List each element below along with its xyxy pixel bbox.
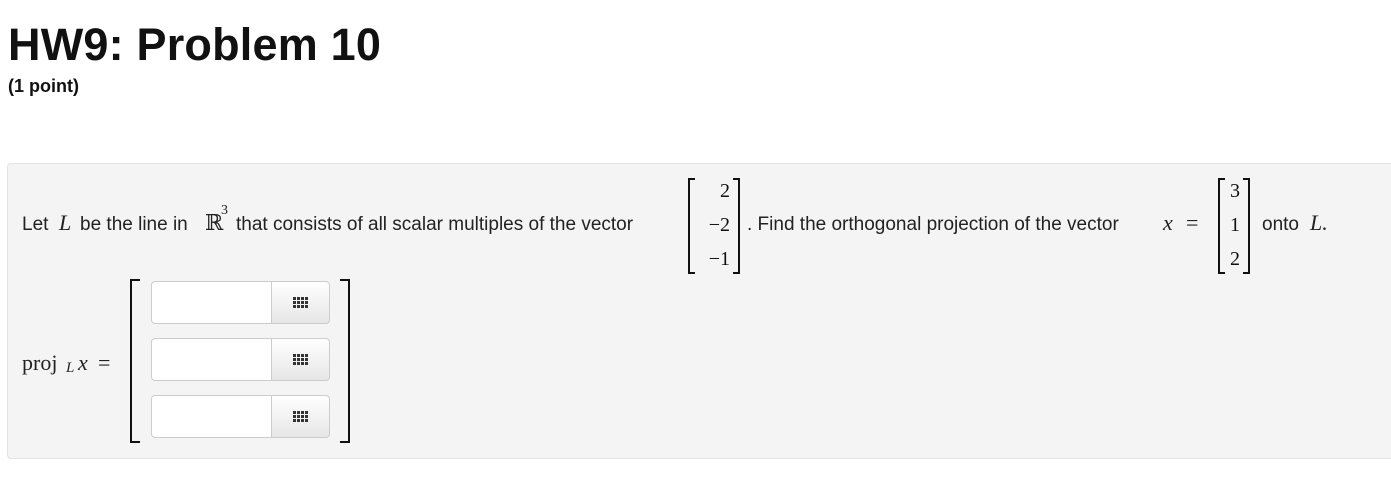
answer-row-3 — [151, 395, 330, 438]
vector-entry: −1 — [708, 248, 730, 270]
text-let: Let — [22, 214, 49, 235]
equation-editor-button-1[interactable] — [271, 281, 330, 324]
equals-sign: = — [1186, 210, 1199, 235]
grid-icon — [293, 411, 308, 422]
vector-entry: −2 — [708, 214, 730, 236]
grid-icon — [293, 297, 308, 308]
text-onto: onto — [1262, 214, 1299, 235]
answer-row-2 — [151, 338, 330, 381]
text-consists: that consists of all scalar multiples of… — [236, 214, 634, 235]
grid-icon — [293, 354, 308, 365]
text-find: . Find the orthogonal projection of the … — [747, 214, 1119, 235]
direction-vector: 2 −2 −1 — [688, 178, 740, 274]
answer-input-3[interactable] — [151, 395, 272, 438]
x-vector: 3 1 2 — [1218, 178, 1250, 274]
answer-input-1[interactable] — [151, 281, 272, 324]
var-L: L — [59, 210, 72, 235]
text-line-in: be the line in — [80, 214, 188, 235]
answer-input-2[interactable] — [151, 338, 272, 381]
vector-entry: 1 — [1230, 214, 1240, 236]
vector-entry: 3 — [1230, 180, 1240, 202]
page-title: HW9: Problem 10 — [8, 19, 382, 70]
answer-bracket-right — [340, 279, 350, 443]
point-value: (1 point) — [8, 76, 79, 96]
vector-entry: 2 — [720, 180, 730, 202]
proj-subscript: L — [66, 360, 75, 376]
proj-label: proj — [22, 350, 58, 375]
proj-equals: = — [98, 350, 111, 375]
equation-editor-button-2[interactable] — [271, 338, 330, 381]
equation-editor-button-3[interactable] — [271, 395, 330, 438]
answer-row-1 — [151, 281, 330, 324]
vector-entry: 2 — [1230, 248, 1240, 270]
var-L-end: L. — [1310, 210, 1328, 235]
answer-bracket-left — [130, 279, 140, 443]
space-exponent: 3 — [221, 203, 228, 218]
